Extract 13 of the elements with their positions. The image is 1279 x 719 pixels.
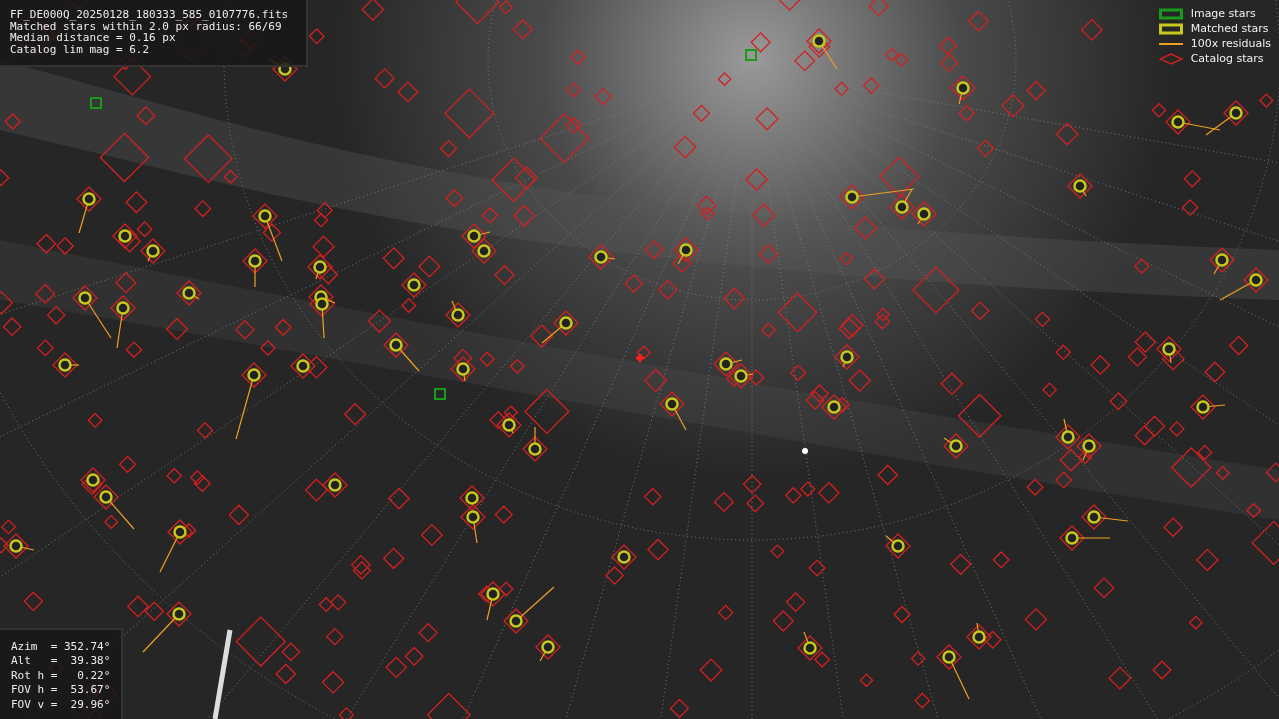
legend-label: Image stars: [1190, 7, 1256, 20]
pointing-text: FOV v = 29.96°: [11, 697, 112, 711]
info-text: Matched stars within 2.0 px radius: 66/69: [10, 20, 282, 32]
info-text: Median distance = 0.16 px: [10, 32, 176, 44]
legend-label: Catalog stars: [1190, 52, 1264, 65]
pointing-text: Alt = 39.38°: [11, 654, 112, 668]
legend-label: 100x residuals: [1190, 37, 1271, 50]
pointing-text: Azim = 352.74°: [11, 639, 112, 653]
pointing-text: Rot h = 0.22°: [11, 668, 112, 682]
info-text: FF_DE000Q_20250128_180333_585_0107776.fits: [10, 9, 290, 21]
legend-label: Matched stars: [1190, 22, 1269, 35]
pointing-text: FOV h = 53.67°: [11, 683, 112, 697]
info-text: Catalog lim mag = 6.2: [10, 43, 151, 55]
